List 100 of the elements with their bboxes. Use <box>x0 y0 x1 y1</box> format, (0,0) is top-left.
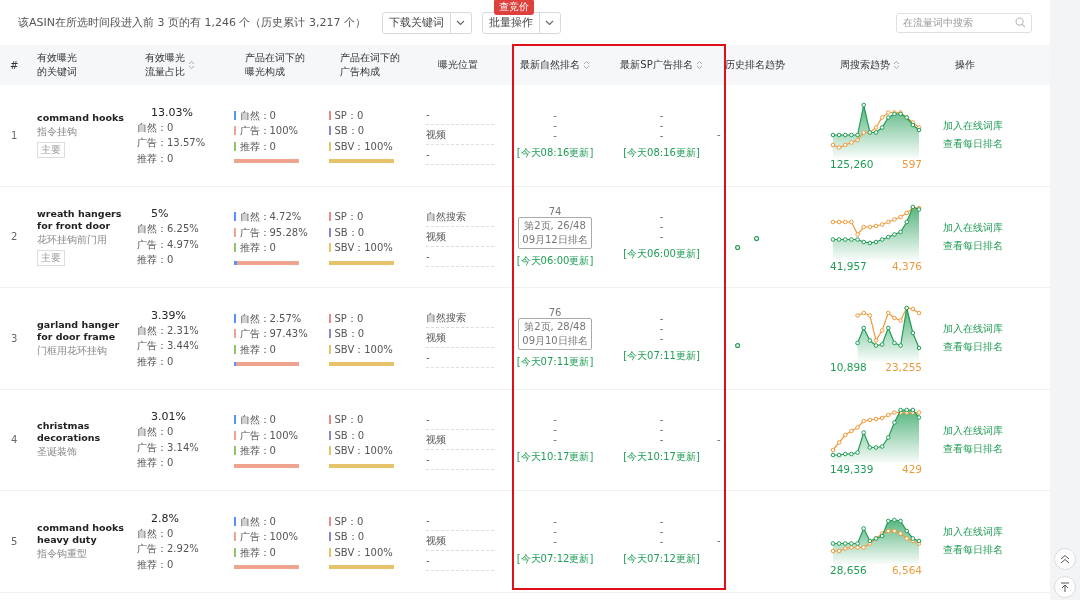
rank-value: - <box>659 222 664 233</box>
share-breakdown: 推荐：0 <box>137 557 175 572</box>
action-link[interactable]: 查看每日排名 <box>943 441 1050 456</box>
rank-page: 第2页, 28/48 <box>524 320 586 335</box>
bid-badge[interactable]: 查竞价 <box>493 0 534 15</box>
rank-date: 09月12日排名 <box>522 232 588 247</box>
rank-value: - <box>553 435 557 446</box>
composition-label: SBV：100% <box>334 241 393 255</box>
rank-date: 09月10日排名 <box>522 334 588 349</box>
summary-text: 该ASIN在所选时间段进入前 3 页的有 1,246 个（历史累计 3,217 个） <box>18 15 366 30</box>
action-link[interactable]: 查看每日排名 <box>943 238 1050 253</box>
exposure-position: 视频 <box>426 531 494 552</box>
download-keywords-button[interactable]: 下载关键词 <box>381 11 472 34</box>
column-header[interactable]: 周搜索趋势 <box>840 58 900 72</box>
rank-value: - <box>659 526 664 537</box>
history-trend: - <box>717 434 722 445</box>
action-link[interactable]: 加入在线词库 <box>943 423 1050 438</box>
row-number: 3 <box>11 332 19 344</box>
arrow-to-top-icon <box>1060 582 1070 592</box>
composition-label: 自然：0 <box>239 413 276 427</box>
composition-label: 广告：100% <box>239 530 299 544</box>
composition-label: 广告：100% <box>239 124 299 138</box>
rank-value: 74 <box>548 205 562 217</box>
search-volume: 149,339 <box>830 462 874 475</box>
exposure-position: - <box>426 105 494 126</box>
sort-icon[interactable] <box>583 60 590 70</box>
search-volume: 41,957 <box>830 259 867 272</box>
exposure-position: 自然搜索 <box>426 308 494 329</box>
column-header[interactable]: 最新SP广告排名 <box>620 58 703 72</box>
update-time: [今天06:00更新] <box>623 247 700 262</box>
traffic-share: 5% <box>151 206 169 221</box>
composition-label: SBV：100% <box>334 545 393 560</box>
history-trend: - <box>717 536 722 547</box>
exposure-position: 视频 <box>426 226 494 247</box>
search-rank: 597 <box>901 158 922 171</box>
scroll-up-button[interactable] <box>1054 548 1076 570</box>
update-time: [今天10:17更新] <box>516 450 594 465</box>
traffic-share: 13.03% <box>151 104 193 120</box>
exposure-position: - <box>426 449 494 470</box>
composition-label: 广告：100% <box>239 428 299 443</box>
column-header[interactable]: 有效曝光流量占比 <box>145 51 195 79</box>
rank-value: - <box>553 120 557 131</box>
traffic-share: 3.01% <box>151 409 186 424</box>
composition-label: 推荐：0 <box>239 139 276 154</box>
update-time: [今天08:16更新] <box>623 145 700 160</box>
rank-value: - <box>659 415 664 426</box>
rank-value: - <box>659 425 664 436</box>
composition-label: SB：0 <box>334 530 365 544</box>
composition-label: SP：0 <box>334 108 364 123</box>
action-link[interactable]: 查看每日排名 <box>943 137 1050 152</box>
keyword-text: christmas decorations <box>37 420 102 445</box>
composition-label: 推荐：0 <box>239 241 276 255</box>
rank-value: - <box>553 536 557 547</box>
share-breakdown: 推荐：0 <box>137 151 175 166</box>
rank-trend-drawing <box>735 343 741 349</box>
exposure-position: - <box>426 246 494 267</box>
traffic-share: 3.39% <box>151 307 186 323</box>
column-header[interactable]: 最新自然排名 <box>520 58 590 72</box>
main-tag: 主要 <box>37 249 65 266</box>
keyword-translation: 花环挂钩前门用 <box>37 232 108 247</box>
row-number: 4 <box>11 434 19 446</box>
composition-bar <box>234 159 299 163</box>
rank-value: - <box>553 526 557 537</box>
share-breakdown: 广告：3.44% <box>137 339 200 353</box>
sort-icon[interactable] <box>893 60 900 70</box>
search-rank: 6,564 <box>891 564 922 577</box>
batch-actions-button[interactable]: 批量操作 <box>481 11 561 34</box>
sort-icon[interactable] <box>188 60 195 70</box>
action-link[interactable]: 加入在线词库 <box>943 119 1050 134</box>
action-link[interactable]: 加入在线词库 <box>943 322 1050 337</box>
composition-bar <box>329 362 394 366</box>
search-field[interactable]: 在流量词中搜索 <box>896 12 1032 33</box>
composition-bar <box>234 362 299 366</box>
exposure-position: 自然搜索 <box>426 206 494 227</box>
back-to-top-button[interactable] <box>1054 576 1076 598</box>
main-tag: 主要 <box>37 142 65 159</box>
composition-label: 自然：2.57% <box>239 311 302 326</box>
action-link[interactable]: 加入在线词库 <box>943 525 1050 540</box>
update-time: [今天07:12更新] <box>623 551 700 566</box>
exposure-position: - <box>426 348 494 369</box>
rank-value: - <box>659 516 664 527</box>
rank-value: - <box>659 212 664 223</box>
composition-label: SB：0 <box>334 428 365 443</box>
exposure-position: - <box>426 511 494 532</box>
composition-label: 推荐：0 <box>239 444 276 458</box>
composition-label: 广告：95.28% <box>239 225 308 240</box>
composition-label: SP：0 <box>334 210 364 224</box>
rank-value: - <box>659 323 664 334</box>
action-link[interactable]: 查看每日排名 <box>943 340 1050 355</box>
rank-value: - <box>659 232 664 243</box>
search-volume: 125,260 <box>830 158 874 171</box>
column-header: # <box>10 59 19 71</box>
action-link[interactable]: 加入在线词库 <box>943 220 1050 235</box>
exposure-position: 视频 <box>426 429 494 450</box>
column-header: 产品在词下的广告构成 <box>340 51 400 79</box>
sort-icon[interactable] <box>695 60 703 70</box>
share-breakdown: 自然：0 <box>137 526 175 541</box>
rank-value: 76 <box>548 307 562 319</box>
keyword-translation: 指令挂钩 <box>37 125 78 140</box>
action-link[interactable]: 查看每日排名 <box>943 543 1050 558</box>
